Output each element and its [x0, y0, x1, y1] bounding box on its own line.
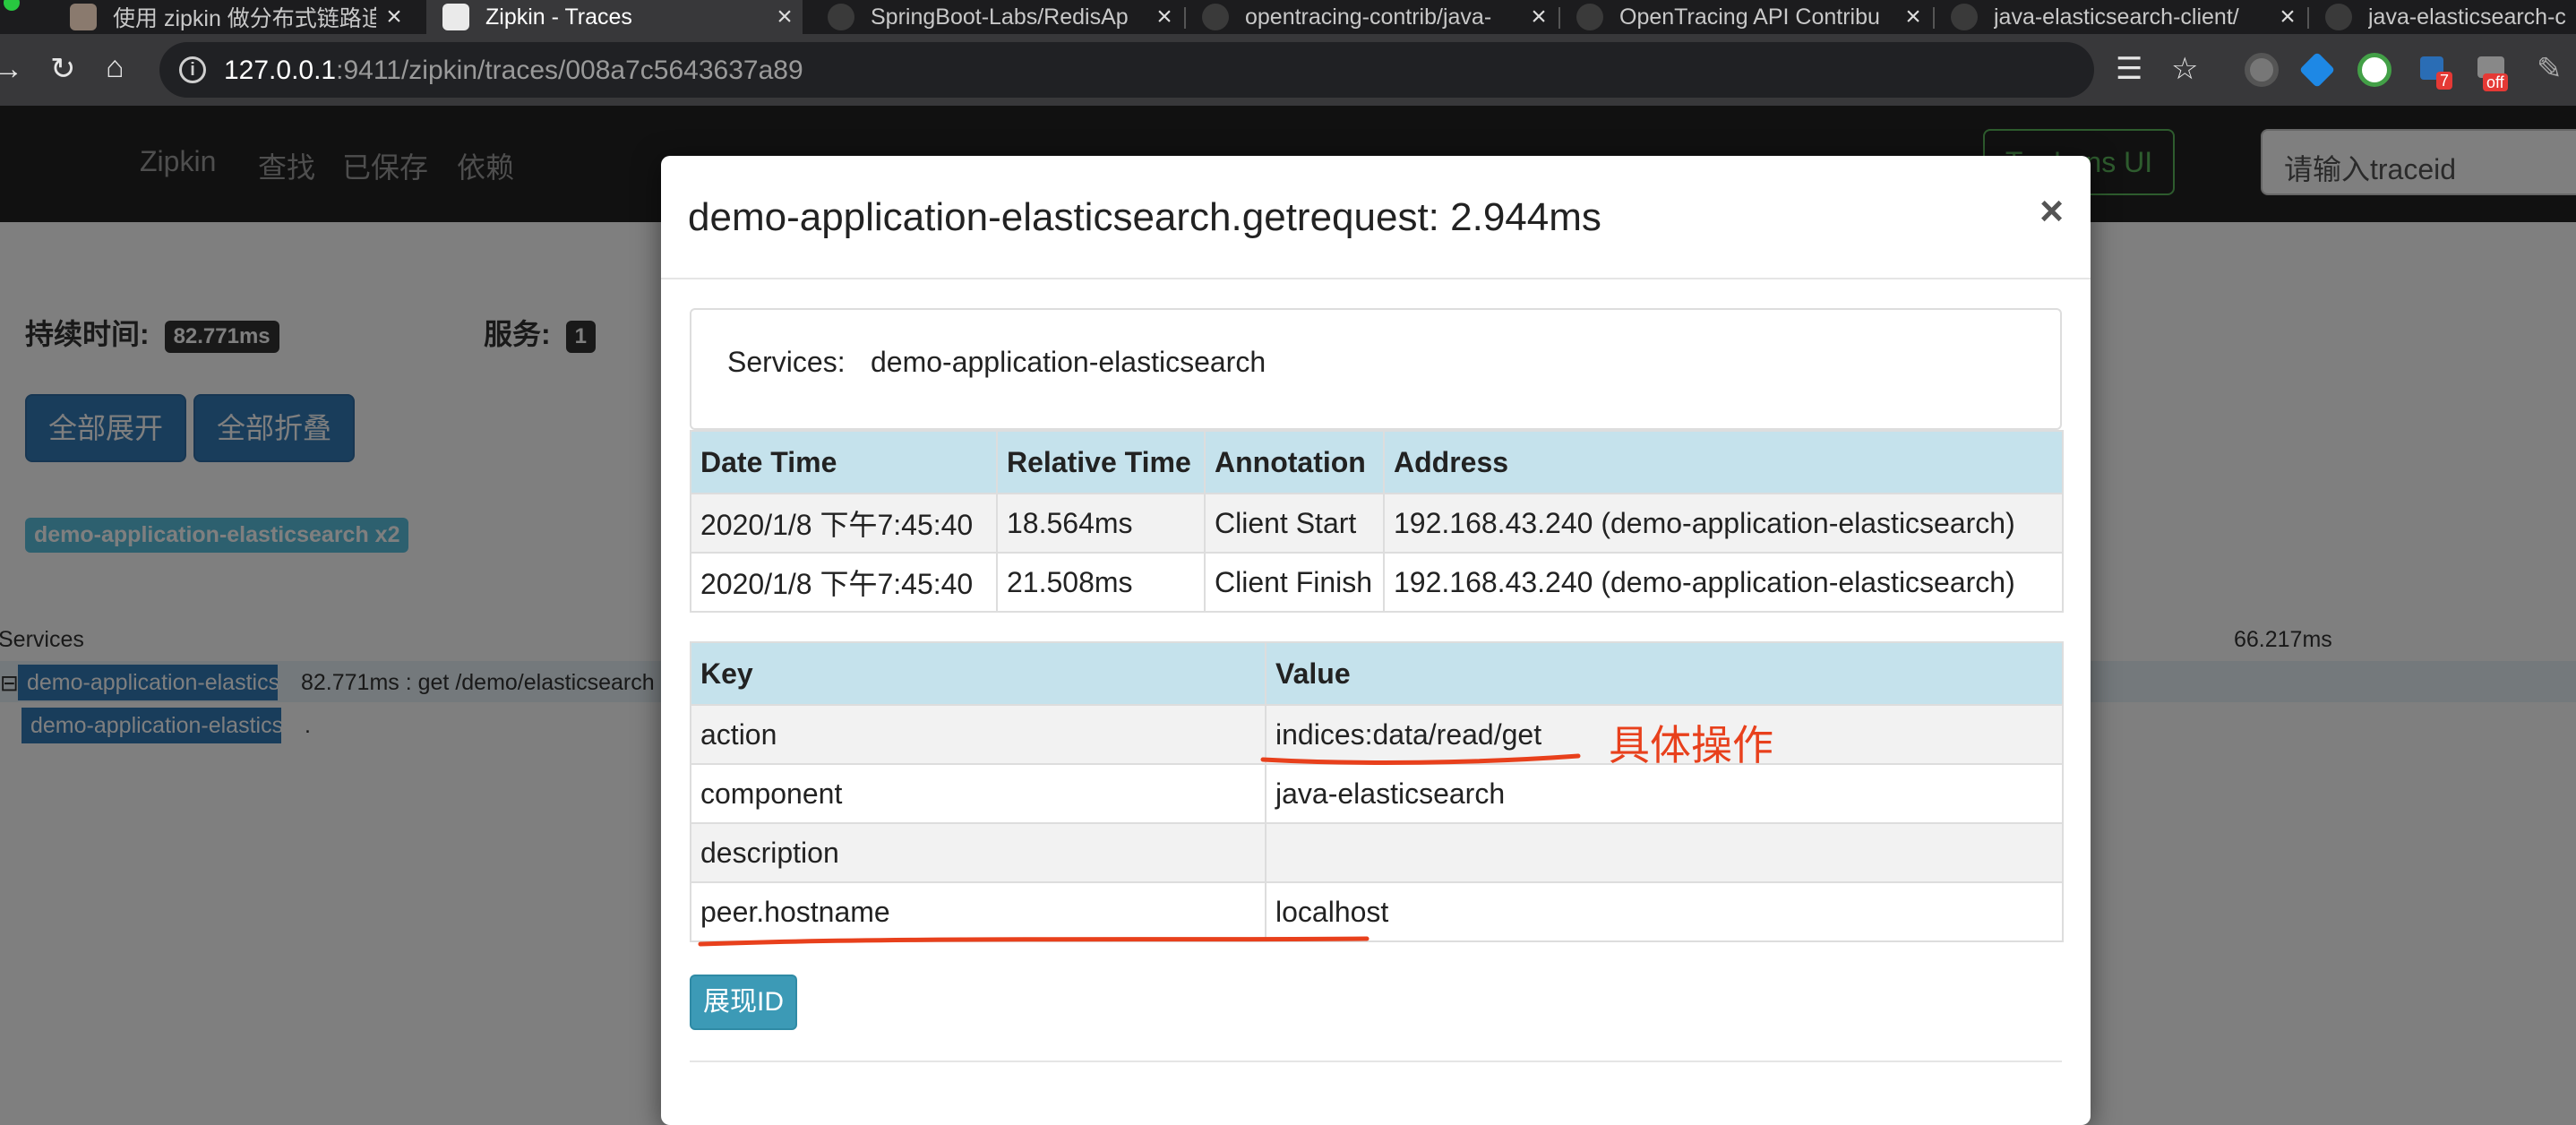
- modal-title: demo-application-elasticsearch.getreques…: [688, 195, 1601, 239]
- tab-title: OpenTracing API Contribu: [1619, 4, 1880, 30]
- tab-title: java-elasticsearch-client/: [1994, 4, 2239, 30]
- url-host: 127.0.0.1: [224, 56, 337, 85]
- info-icon[interactable]: i: [179, 56, 206, 83]
- table-row: 2020/1/8 下午7:45:40 21.508ms Client Finis…: [690, 552, 2064, 613]
- cell-relative-time: 21.508ms: [996, 552, 1206, 613]
- url-path: :9411/zipkin/traces/008a7c5643637a89: [336, 56, 803, 85]
- column-header-key: Key: [690, 641, 1267, 706]
- tab-close-icon[interactable]: ×: [1521, 2, 1557, 32]
- table-row: action indices:data/read/get: [690, 704, 2064, 765]
- browser-tab-java-es-client[interactable]: java-elasticsearch-client/ ×: [1935, 0, 2306, 34]
- extension-puzzle-icon[interactable]: ✎: [2537, 54, 2563, 84]
- tab-close-icon[interactable]: ×: [1146, 2, 1182, 32]
- tab-title: Zipkin - Traces: [485, 4, 632, 30]
- reload-icon[interactable]: ↻: [50, 54, 76, 84]
- browser-tab-java-es-c[interactable]: java-elasticsearch-c: [2309, 0, 2576, 34]
- tab-close-icon[interactable]: ×: [767, 2, 803, 32]
- table-row: peer.hostname localhost: [690, 881, 2064, 942]
- cell-key: peer.hostname: [690, 881, 1267, 942]
- browser-tab-opentracing-contrib[interactable]: opentracing-contrib/java- ×: [1186, 0, 1557, 34]
- column-header-address: Address: [1383, 430, 2064, 494]
- cell-key: action: [690, 704, 1267, 765]
- github-favicon-icon: [828, 4, 854, 30]
- services-panel-label: Services:: [727, 346, 846, 378]
- cell-key: description: [690, 822, 1267, 883]
- address-bar[interactable]: i 127.0.0.1:9411/zipkin/traces/008a7c564…: [159, 42, 2094, 98]
- cell-value: localhost: [1265, 881, 2064, 942]
- article-favicon-icon: [70, 4, 97, 30]
- column-header-date-time: Date Time: [690, 430, 998, 494]
- services-panel: Services: demo-application-elasticsearch: [690, 308, 2062, 430]
- tab-close-icon[interactable]: ×: [2270, 2, 2306, 32]
- show-id-button[interactable]: 展现ID: [690, 975, 797, 1030]
- address-bar-url[interactable]: 127.0.0.1:9411/zipkin/traces/008a7c56436…: [224, 56, 803, 86]
- tab-close-icon[interactable]: ×: [1895, 2, 1931, 32]
- cell-date-time: 2020/1/8 下午7:45:40: [690, 493, 998, 554]
- cell-date-time: 2020/1/8 下午7:45:40: [690, 552, 998, 613]
- close-icon[interactable]: ×: [2039, 190, 2064, 231]
- table-row: description: [690, 822, 2064, 883]
- browser-tab-opentracing-api[interactable]: OpenTracing API Contribu ×: [1560, 0, 1931, 34]
- tab-title: 使用 zipkin 做分布式链路追: [113, 6, 376, 31]
- extension-diamond-icon[interactable]: [2298, 51, 2336, 89]
- annotations-table: Date Time Relative Time Annotation Addre…: [690, 430, 2064, 613]
- cell-address: 192.168.43.240 (demo-application-elastic…: [1383, 552, 2064, 613]
- cell-address: 192.168.43.240 (demo-application-elastic…: [1383, 493, 2064, 554]
- services-panel-value: demo-application-elasticsearch: [871, 346, 1267, 378]
- tab-title: java-elasticsearch-c: [2368, 4, 2566, 30]
- browser-tab-zipkin-traces[interactable]: Zipkin - Traces ×: [426, 0, 803, 34]
- browser-tab-bar: 使用 zipkin 做分布式链路追 × Zipkin - Traces × Sp…: [0, 0, 2576, 34]
- cell-value: [1265, 822, 2064, 883]
- browser-tab-springboot-labs[interactable]: SpringBoot-Labs/RedisAp ×: [811, 0, 1182, 34]
- reader-mode-icon[interactable]: ☰: [2116, 54, 2142, 84]
- extension-v-icon[interactable]: [2357, 53, 2391, 87]
- column-header-relative-time: Relative Time: [996, 430, 1206, 494]
- annotation-note: 具体操作: [1609, 722, 1773, 769]
- tab-close-icon[interactable]: ×: [376, 2, 412, 32]
- cell-relative-time: 18.564ms: [996, 493, 1206, 554]
- modal-footer-divider: [690, 1061, 2062, 1062]
- tab-title: opentracing-contrib/java-: [1245, 4, 1492, 30]
- home-icon[interactable]: ⌂: [106, 52, 125, 82]
- column-header-value: Value: [1265, 641, 2064, 706]
- github-favicon-icon: [1202, 4, 1229, 30]
- table-row: component java-elasticsearch: [690, 763, 2064, 824]
- modal-header: demo-application-elasticsearch.getreques…: [661, 156, 2091, 279]
- back-icon[interactable]: →: [0, 54, 23, 84]
- star-icon[interactable]: ☆: [2171, 54, 2198, 84]
- extension-green-dot-icon[interactable]: [2245, 53, 2279, 87]
- cell-value: java-elasticsearch: [1265, 763, 2064, 824]
- table-row: 2020/1/8 下午7:45:40 18.564ms Client Start…: [690, 493, 2064, 554]
- window-zoom-dot[interactable]: [4, 0, 20, 11]
- extension-badge-count: 7: [2436, 72, 2453, 90]
- tags-table: Key Value action indices:data/read/get c…: [690, 641, 2064, 942]
- github-favicon-icon: [1951, 4, 1978, 30]
- github-favicon-icon: [2325, 4, 2352, 30]
- extension-badge-off: off: [2483, 73, 2508, 91]
- github-favicon-icon: [1576, 4, 1603, 30]
- zipkin-favicon-icon: [442, 4, 469, 30]
- tab-title: SpringBoot-Labs/RedisAp: [871, 4, 1129, 30]
- span-detail-modal: demo-application-elasticsearch.getreques…: [661, 156, 2091, 1125]
- browser-toolbar: → ↻ ⌂ i 127.0.0.1:9411/zipkin/traces/008…: [0, 34, 2576, 106]
- cell-key: component: [690, 763, 1267, 824]
- cell-annotation: Client Finish: [1204, 552, 1385, 613]
- cell-annotation: Client Start: [1204, 493, 1385, 554]
- column-header-annotation: Annotation: [1204, 430, 1385, 494]
- browser-tab-zipkin-article[interactable]: 使用 zipkin 做分布式链路追 ×: [54, 0, 412, 34]
